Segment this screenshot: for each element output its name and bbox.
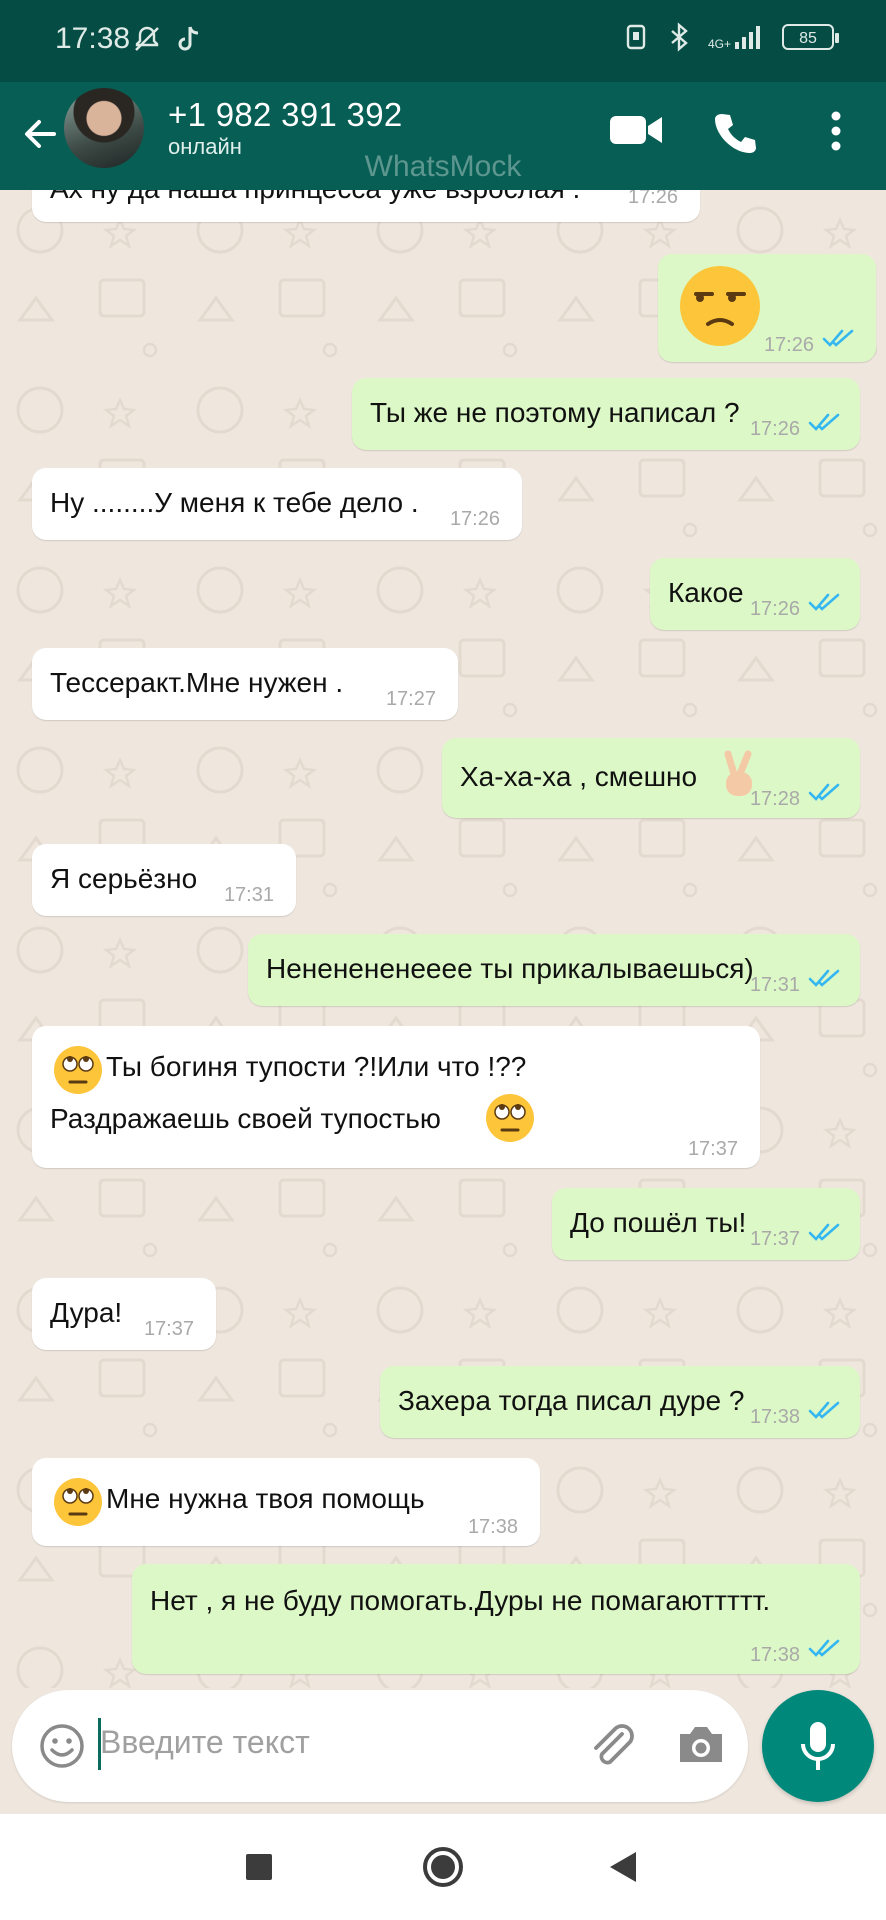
read-receipt-icon	[808, 1223, 840, 1241]
signal-indicator: 4G+	[708, 24, 764, 50]
message-bubble-incoming[interactable]: Я серьёзно 17:31	[32, 844, 296, 916]
message-text: Ну ........У меня к тебе дело .	[50, 487, 419, 518]
message-input-bar: Введите текст	[12, 1690, 748, 1802]
eye-roll-face-icon	[54, 1046, 102, 1094]
message-time: 17:26	[749, 418, 800, 440]
message-bubble-outgoing[interactable]: Какое 17:26	[650, 558, 860, 630]
status-left-icons	[132, 24, 202, 54]
status-right-icons: 4G+ 85	[624, 22, 839, 52]
eye-roll-face-icon	[486, 1094, 534, 1142]
message-bubble-incoming[interactable]: Дура! 17:37	[32, 1278, 216, 1350]
message-bubble-outgoing[interactable]: Ха-ха-ха , смешно 17:28	[442, 738, 860, 818]
system-navigation-bar	[0, 1814, 886, 1920]
battery-indicator: 85	[782, 24, 839, 50]
watermark: WhatsMock	[364, 150, 522, 183]
message-bubble-incoming[interactable]: Тессеракт.Мне нужен . 17:27	[32, 648, 458, 720]
read-receipt-icon	[808, 969, 840, 987]
microphone-icon	[801, 1722, 835, 1770]
recent-apps-icon[interactable]	[244, 1852, 274, 1882]
unamused-face-icon	[680, 266, 760, 346]
message-bubble-outgoing[interactable]: До пошёл ты! 17:37	[552, 1188, 860, 1260]
read-receipt-icon	[808, 413, 840, 431]
message-time: 17:31	[749, 974, 800, 996]
message-text: Ты же не поэтому написал ?	[370, 397, 740, 428]
message-text: Тессеракт.Мне нужен .	[50, 667, 344, 698]
back-nav-icon[interactable]	[608, 1850, 638, 1884]
message-time: 17:26	[763, 334, 814, 356]
message-time: 17:28	[749, 788, 800, 810]
message-bubble-outgoing[interactable]: Захера тогда писал дуре ? 17:38	[380, 1366, 860, 1438]
message-time: 17:27	[385, 688, 436, 710]
message-text: Ты богиня тупости ?!Или что !??	[106, 1051, 527, 1082]
read-receipt-icon	[808, 593, 840, 611]
message-time: 17:26	[627, 190, 678, 208]
message-time: 17:26	[749, 598, 800, 620]
message-text: Какое	[668, 577, 744, 608]
message-bubble-outgoing[interactable]: Нененененееее ты прикалываешься) 17:31	[248, 934, 860, 1006]
message-time: 17:38	[749, 1406, 800, 1428]
eye-roll-face-icon	[54, 1478, 102, 1526]
message-time: 17:38	[467, 1516, 518, 1538]
read-receipt-icon	[808, 1401, 840, 1419]
network-type: 4G+	[707, 37, 731, 51]
status-time: 17:38	[55, 22, 131, 55]
tiktok-icon	[178, 26, 199, 51]
message-bubble-incoming[interactable]: Ты богиня тупости ?!Или что !?? Раздража…	[32, 1026, 760, 1168]
emoji-icon[interactable]	[38, 1722, 86, 1770]
signal-icon	[735, 26, 760, 49]
message-time: 17:37	[143, 1318, 194, 1340]
read-receipt-icon	[808, 783, 840, 801]
message-text-line2: Раздражаешь своей тупостью	[50, 1103, 441, 1134]
home-icon[interactable]	[421, 1845, 465, 1889]
message-bubble-incoming[interactable]: Мне нужна твоя помощь 17:38	[32, 1458, 540, 1546]
message-text: До пошёл ты!	[570, 1207, 747, 1238]
attach-icon[interactable]	[584, 1718, 638, 1772]
video-call-icon[interactable]	[608, 110, 664, 150]
read-receipt-icon	[808, 1639, 840, 1657]
read-receipt-icon	[822, 329, 854, 347]
message-text: Ха-ха-ха , смешно	[460, 761, 698, 792]
message-time: 17:26	[449, 508, 500, 530]
message-bubble-outgoing[interactable]: 17:26	[658, 254, 876, 362]
message-bubble-outgoing[interactable]: Нет , я не буду помогать.Дуры не помагаю…	[132, 1564, 860, 1674]
message-time: 17:38	[749, 1644, 800, 1666]
status-bar: 17:38 4G+ 85	[0, 0, 886, 82]
more-options-icon[interactable]	[826, 108, 846, 154]
message-text: Мне нужна твоя помощь	[106, 1483, 425, 1514]
message-text: Нененененееее ты прикалываешься)	[266, 953, 754, 984]
do-not-disturb-icon	[135, 26, 159, 51]
message-text: Я серьёзно	[50, 863, 198, 894]
message-text: Ах ну да наша принцесса уже взрослая .	[50, 190, 580, 206]
message-time: 17:37	[687, 1138, 738, 1160]
bluetooth-icon	[671, 22, 688, 52]
message-bubble-incoming[interactable]: Ах ну да наша принцесса уже взрослая . 1…	[32, 190, 700, 222]
message-bubble-incoming[interactable]: Ну ........У меня к тебе дело . 17:26	[32, 468, 522, 540]
screen-rotate-icon	[626, 24, 646, 50]
message-time: 17:31	[223, 884, 274, 906]
message-text: Захера тогда писал дуре ?	[398, 1385, 745, 1416]
message-text: Нет , я не буду помогать.Дуры не помагаю…	[150, 1585, 771, 1616]
message-text: Дура!	[50, 1297, 123, 1328]
chat-area[interactable]: Ах ну да наша принцесса уже взрослая . 1…	[0, 190, 886, 1688]
message-input[interactable]: Введите текст	[100, 1724, 310, 1761]
camera-icon[interactable]	[676, 1722, 726, 1768]
message-bubble-outgoing[interactable]: Ты же не поэтому написал ? 17:26	[352, 378, 860, 450]
contact-name[interactable]: +1 982 391 392	[168, 96, 403, 134]
voice-record-button[interactable]	[762, 1690, 874, 1802]
message-time: 17:37	[749, 1228, 800, 1250]
